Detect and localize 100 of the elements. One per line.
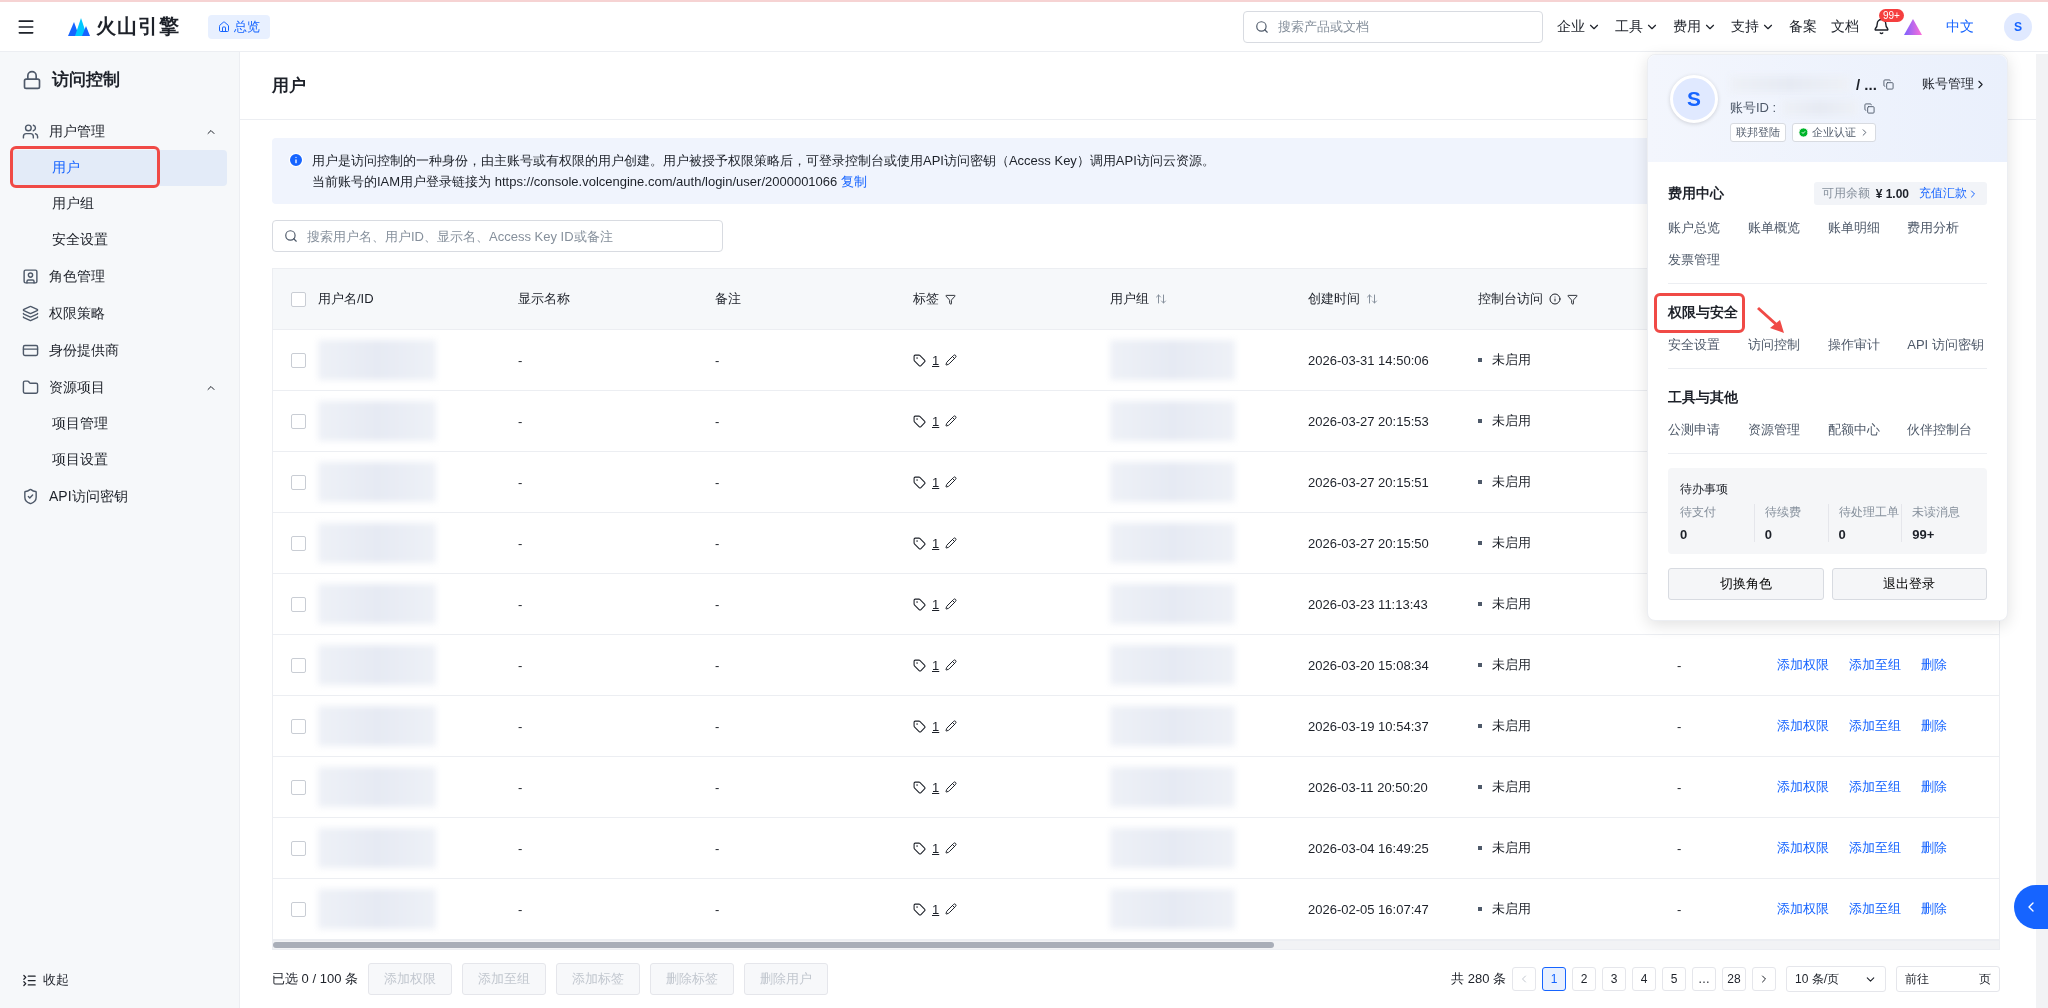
menu-link[interactable]: 访问控制 <box>1747 336 1828 354</box>
tag-count[interactable]: 1 <box>932 596 940 612</box>
nav-item[interactable]: 费用 <box>1673 17 1717 36</box>
page-button[interactable]: 4 <box>1632 967 1656 991</box>
sidebar-item[interactable]: 角色管理 <box>12 258 227 295</box>
filter-icon[interactable] <box>945 293 956 305</box>
next-page-button[interactable] <box>1752 967 1776 991</box>
nav-item[interactable]: 工具 <box>1615 17 1659 36</box>
menu-link[interactable]: 账单明细 <box>1827 219 1908 237</box>
edit-icon[interactable] <box>945 354 958 366</box>
sidebar-item[interactable]: 用户管理 <box>12 113 227 150</box>
copy-link[interactable]: 复制 <box>841 174 868 189</box>
action-link[interactable]: 添加权限 <box>1777 656 1829 674</box>
action-link[interactable]: 删除 <box>1921 656 1947 674</box>
checkbox[interactable] <box>291 718 306 734</box>
menu-link[interactable]: API 访问密钥 <box>1907 336 1987 354</box>
search-field[interactable]: 搜索产品或文档 <box>1243 10 1543 43</box>
checkbox[interactable] <box>291 901 306 917</box>
menu-link[interactable]: 费用分析 <box>1907 219 1987 237</box>
checkbox[interactable] <box>291 474 306 490</box>
sidebar-item[interactable]: 权限策略 <box>12 295 227 332</box>
collapse-button[interactable]: 收起 <box>12 952 227 1008</box>
action-link[interactable]: 添加权限 <box>1777 839 1829 857</box>
page-button[interactable]: 2 <box>1572 967 1596 991</box>
todo-count[interactable]: 0 <box>1838 527 1902 542</box>
tag-count[interactable]: 1 <box>932 474 940 490</box>
sidebar-item[interactable]: 资源项目 <box>12 369 227 406</box>
menu-link[interactable]: 账户总览 <box>1668 219 1748 237</box>
bell-icon[interactable] <box>1873 18 1890 35</box>
action-link[interactable]: 添加权限 <box>1777 900 1829 918</box>
tag-count[interactable]: 1 <box>932 413 940 429</box>
page-size-select[interactable]: 10 条/页 <box>1786 966 1886 992</box>
copy-icon[interactable] <box>1882 78 1894 90</box>
edit-icon[interactable] <box>945 415 958 427</box>
tag-count[interactable]: 1 <box>932 840 940 856</box>
page-button[interactable]: 3 <box>1602 967 1626 991</box>
recharge-link[interactable]: 充值汇款 <box>1919 185 1979 202</box>
goto-field[interactable]: 前往 页 <box>1896 966 2000 992</box>
tag-count[interactable]: 1 <box>932 657 940 673</box>
nav-item[interactable]: 企业 <box>1557 17 1601 36</box>
sort-icon[interactable] <box>1366 293 1378 305</box>
menu-link[interactable]: 操作审计 <box>1827 336 1908 354</box>
menu-link[interactable]: 伙伴控制台 <box>1907 421 1987 439</box>
todo-count[interactable]: 0 <box>1680 527 1754 542</box>
tag-count[interactable]: 1 <box>932 779 940 795</box>
horizontal-scrollbar[interactable] <box>272 940 2000 950</box>
menu-button[interactable]: 退出登录 <box>1831 568 1987 600</box>
tag-count[interactable]: 1 <box>932 352 940 368</box>
nav-item[interactable]: 支持 <box>1731 17 1775 36</box>
avatar[interactable]: S <box>2004 12 2032 41</box>
sidebar-subitem[interactable]: 项目管理 <box>12 406 227 442</box>
checkbox[interactable] <box>291 291 306 307</box>
action-link[interactable]: 删除 <box>1921 839 1947 857</box>
action-link[interactable]: 删除 <box>1921 717 1947 735</box>
action-link[interactable]: 添加权限 <box>1777 717 1829 735</box>
filter-icon[interactable] <box>1567 293 1578 305</box>
copy-icon[interactable] <box>1864 102 1876 114</box>
todo-count[interactable]: 99+ <box>1912 527 1975 542</box>
tag-count[interactable]: 1 <box>932 901 940 917</box>
side-panel-toggle[interactable] <box>2014 885 2048 929</box>
edit-icon[interactable] <box>945 598 958 610</box>
language-link[interactable]: 中文 <box>1946 17 1974 36</box>
page-button[interactable]: 28 <box>1722 967 1746 991</box>
info-icon[interactable] <box>1549 293 1561 305</box>
action-link[interactable]: 添加至组 <box>1849 656 1901 674</box>
action-link[interactable]: 添加至组 <box>1849 839 1901 857</box>
account-manage-link[interactable]: 账号管理 <box>1922 75 1987 93</box>
sidebar-subitem[interactable]: 项目设置 <box>12 442 227 478</box>
edit-icon[interactable] <box>945 720 958 732</box>
home-chip[interactable]: 总览 <box>208 14 270 39</box>
action-link[interactable]: 删除 <box>1921 778 1947 796</box>
checkbox[interactable] <box>291 413 306 429</box>
checkbox[interactable] <box>291 657 306 673</box>
page-button[interactable]: 5 <box>1662 967 1686 991</box>
checkbox[interactable] <box>291 779 306 795</box>
edit-icon[interactable] <box>945 659 958 671</box>
todo-count[interactable]: 0 <box>1764 527 1828 542</box>
edit-icon[interactable] <box>945 842 958 854</box>
checkbox[interactable] <box>291 596 306 612</box>
checkbox[interactable] <box>291 352 306 368</box>
edit-icon[interactable] <box>945 781 958 793</box>
edit-icon[interactable] <box>945 903 958 915</box>
menu-link[interactable]: 发票管理 <box>1668 251 1748 269</box>
action-link[interactable]: 删除 <box>1921 900 1947 918</box>
action-link[interactable]: 添加权限 <box>1777 778 1829 796</box>
nav-item[interactable]: 备案 <box>1789 17 1817 36</box>
menu-link[interactable]: 公测申请 <box>1668 421 1748 439</box>
search-field[interactable]: 搜索用户名、用户ID、显示名、Access Key ID或备注 <box>272 220 723 252</box>
menu-link[interactable]: 配额中心 <box>1827 421 1908 439</box>
sidebar-subitem[interactable]: 安全设置 <box>12 222 227 258</box>
edit-icon[interactable] <box>945 537 958 549</box>
menu-link[interactable]: 账单概览 <box>1747 219 1828 237</box>
checkbox[interactable] <box>291 840 306 856</box>
nav-item[interactable]: 文档 <box>1831 17 1859 36</box>
tag-count[interactable]: 1 <box>932 535 940 551</box>
action-link[interactable]: 添加至组 <box>1849 900 1901 918</box>
sort-icon[interactable] <box>1155 293 1167 305</box>
menu-button[interactable]: 切换角色 <box>1668 568 1824 600</box>
tag-count[interactable]: 1 <box>932 718 940 734</box>
menu-link[interactable]: 安全设置 <box>1668 336 1748 354</box>
